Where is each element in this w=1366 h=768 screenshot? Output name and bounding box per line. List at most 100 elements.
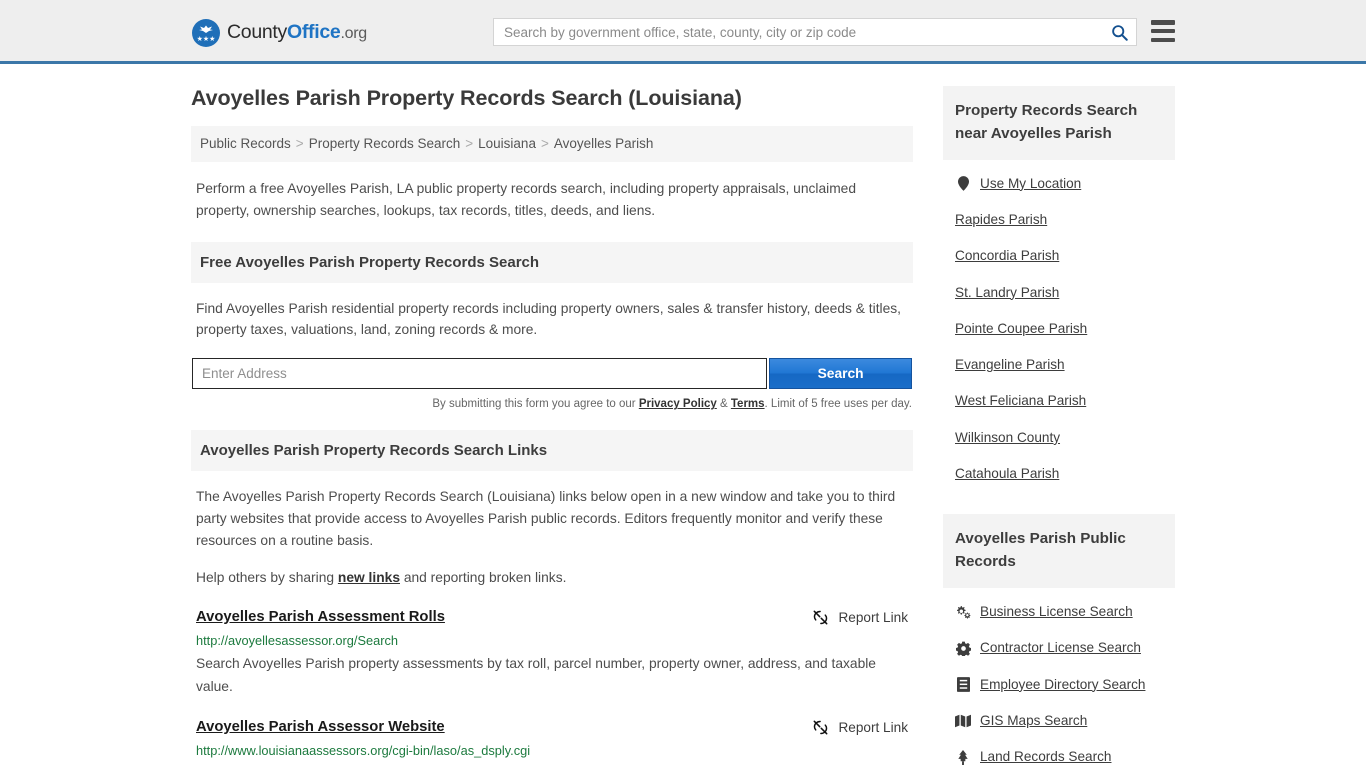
- record-link-title[interactable]: Avoyelles Parish Assessment Rolls: [196, 608, 445, 626]
- gear-icon: [955, 641, 971, 656]
- report-link-button[interactable]: Report Link: [812, 718, 908, 736]
- logo-text-office: Office: [287, 21, 340, 43]
- sidebar-item-pointe-coupee-parish[interactable]: Pointe Coupee Parish: [943, 311, 1175, 347]
- sidebar-item-land-records-search[interactable]: Land Records Search: [943, 739, 1175, 768]
- hamburger-bar-3: [1151, 38, 1175, 43]
- record-link-title[interactable]: Avoyelles Parish Assessor Website: [196, 718, 445, 736]
- record-link-description: View Avoyelles Parish Assessor website f…: [196, 763, 908, 768]
- global-search-bar[interactable]: [493, 18, 1137, 46]
- eagle-glyph: [196, 24, 216, 35]
- sidebar-item-use-my-location[interactable]: Use My Location: [943, 166, 1175, 202]
- sidebar-nearby-label[interactable]: West Feliciana Parish: [955, 393, 1086, 409]
- map-pin-glyph: [958, 176, 969, 191]
- free-search-heading: Free Avoyelles Parish Property Records S…: [191, 242, 913, 283]
- search-button[interactable]: Search: [769, 358, 912, 389]
- record-link-description: Search Avoyelles Parish property assessm…: [196, 653, 908, 698]
- broken-link-icon: [812, 609, 829, 626]
- breadcrumb-separator-1: >: [465, 136, 473, 151]
- tree-icon: [955, 750, 971, 765]
- sidebar-nearby-label[interactable]: St. Landry Parish: [955, 285, 1059, 301]
- sidebar-nearby-list: Use My Location Rapides Parish Concordia…: [943, 160, 1175, 493]
- sidebar-public-records-block: Avoyelles Parish Public Records Business…: [943, 514, 1175, 768]
- sidebar-item-wilkinson-county[interactable]: Wilkinson County: [943, 420, 1175, 456]
- sidebar-item-catahoula-parish[interactable]: Catahoula Parish: [943, 456, 1175, 492]
- sidebar-item-evangeline-parish[interactable]: Evangeline Parish: [943, 347, 1175, 383]
- disclaimer-amp: &: [717, 398, 731, 410]
- global-search-input[interactable]: [494, 19, 1102, 45]
- privacy-policy-link[interactable]: Privacy Policy: [639, 398, 717, 410]
- report-link-label: Report Link: [838, 720, 908, 735]
- site-logo[interactable]: ★★★ CountyOffice.org: [192, 19, 367, 47]
- address-input[interactable]: [192, 358, 767, 389]
- sidebar-public-records-list: Business License Search Contractor Licen…: [943, 588, 1175, 768]
- sidebar-record-label[interactable]: Business License Search: [980, 604, 1133, 620]
- hamburger-bar-2: [1151, 29, 1175, 34]
- eagle-shield-icon: ★★★: [192, 19, 220, 47]
- hamburger-bar-1: [1151, 20, 1175, 25]
- links-section-heading: Avoyelles Parish Property Records Search…: [191, 430, 913, 471]
- sidebar-nearby-label[interactable]: Wilkinson County: [955, 430, 1060, 446]
- search-icon[interactable]: [1102, 19, 1136, 45]
- sidebar-nearby-heading: Property Records Search near Avoyelles P…: [943, 86, 1175, 160]
- content-container: Avoyelles Parish Property Records Search…: [191, 64, 1175, 768]
- links-section-help: Help others by sharing new links and rep…: [191, 552, 913, 589]
- sidebar-record-label[interactable]: Contractor License Search: [980, 640, 1141, 656]
- broken-link-icon: [812, 719, 829, 736]
- logo-wordmark: CountyOffice.org: [227, 23, 367, 43]
- report-link-label: Report Link: [838, 610, 908, 625]
- sidebar-nearby-label[interactable]: Catahoula Parish: [955, 466, 1059, 482]
- map-pin-icon: [955, 176, 971, 191]
- breadcrumb-item-0[interactable]: Public Records: [200, 136, 291, 151]
- logo-stars: ★★★: [197, 36, 216, 43]
- page-lead-text: Perform a free Avoyelles Parish, LA publ…: [191, 162, 913, 222]
- sidebar-record-label[interactable]: Employee Directory Search: [980, 677, 1145, 693]
- record-link-row: Avoyelles Parish Assessment Rolls Report…: [196, 608, 908, 626]
- free-search-description: Find Avoyelles Parish residential proper…: [191, 283, 913, 342]
- sidebar-nearby-label[interactable]: Concordia Parish: [955, 248, 1059, 264]
- help-prefix: Help others by sharing: [196, 570, 338, 585]
- links-section-intro: The Avoyelles Parish Property Records Se…: [191, 471, 913, 551]
- id-card-icon: [955, 677, 971, 692]
- breadcrumb-item-2[interactable]: Louisiana: [478, 136, 536, 151]
- new-links-link[interactable]: new links: [338, 570, 400, 585]
- breadcrumb: Public Records>Property Records Search>L…: [191, 126, 913, 162]
- sidebar-nearby-label[interactable]: Evangeline Parish: [955, 357, 1065, 373]
- help-suffix: and reporting broken links.: [400, 570, 566, 585]
- logo-text-county: County: [227, 21, 287, 43]
- sidebar-item-west-feliciana-parish[interactable]: West Feliciana Parish: [943, 383, 1175, 419]
- record-link-item: Avoyelles Parish Assessment Rolls Report…: [191, 608, 913, 698]
- form-disclaimer: By submitting this form you agree to our…: [191, 398, 913, 410]
- sidebar-item-st-landry-parish[interactable]: St. Landry Parish: [943, 275, 1175, 311]
- sidebar-record-label[interactable]: GIS Maps Search: [980, 713, 1087, 729]
- report-link-button[interactable]: Report Link: [812, 608, 908, 626]
- sidebar-record-label[interactable]: Land Records Search: [980, 749, 1111, 765]
- page-title: Avoyelles Parish Property Records Search…: [191, 86, 913, 112]
- page-body: Avoyelles Parish Property Records Search…: [0, 64, 1366, 768]
- id-card-glyph: [957, 677, 970, 692]
- hamburger-menu-icon[interactable]: [1151, 20, 1175, 42]
- sidebar-nearby-label[interactable]: Use My Location: [980, 176, 1081, 192]
- terms-link[interactable]: Terms: [731, 398, 765, 410]
- sidebar-nearby-label[interactable]: Pointe Coupee Parish: [955, 321, 1087, 337]
- sidebar-item-business-license-search[interactable]: Business License Search: [943, 594, 1175, 630]
- map-glyph: [955, 714, 971, 728]
- sidebar-item-rapides-parish[interactable]: Rapides Parish: [943, 202, 1175, 238]
- address-search-form: Search: [191, 358, 913, 389]
- search-glyph: [1111, 24, 1128, 41]
- sidebar: Property Records Search near Avoyelles P…: [943, 86, 1175, 768]
- record-link-url: http://avoyellesassessor.org/Search: [196, 633, 908, 650]
- sidebar-item-contractor-license-search[interactable]: Contractor License Search: [943, 630, 1175, 666]
- record-link-row: Avoyelles Parish Assessor Website Report…: [196, 718, 908, 736]
- breadcrumb-item-3[interactable]: Avoyelles Parish: [554, 136, 654, 151]
- site-header: ★★★ CountyOffice.org: [0, 0, 1366, 64]
- sidebar-item-gis-maps-search[interactable]: GIS Maps Search: [943, 703, 1175, 739]
- record-link-url: http://www.louisianaassessors.org/cgi-bi…: [196, 743, 908, 760]
- cogs-icon: [955, 605, 971, 619]
- sidebar-item-concordia-parish[interactable]: Concordia Parish: [943, 238, 1175, 274]
- tree-glyph: [957, 750, 969, 765]
- map-icon: [955, 714, 971, 728]
- sidebar-nearby-label[interactable]: Rapides Parish: [955, 212, 1047, 228]
- sidebar-item-employee-directory-search[interactable]: Employee Directory Search: [943, 667, 1175, 703]
- gear-glyph: [956, 641, 971, 656]
- breadcrumb-item-1[interactable]: Property Records Search: [309, 136, 461, 151]
